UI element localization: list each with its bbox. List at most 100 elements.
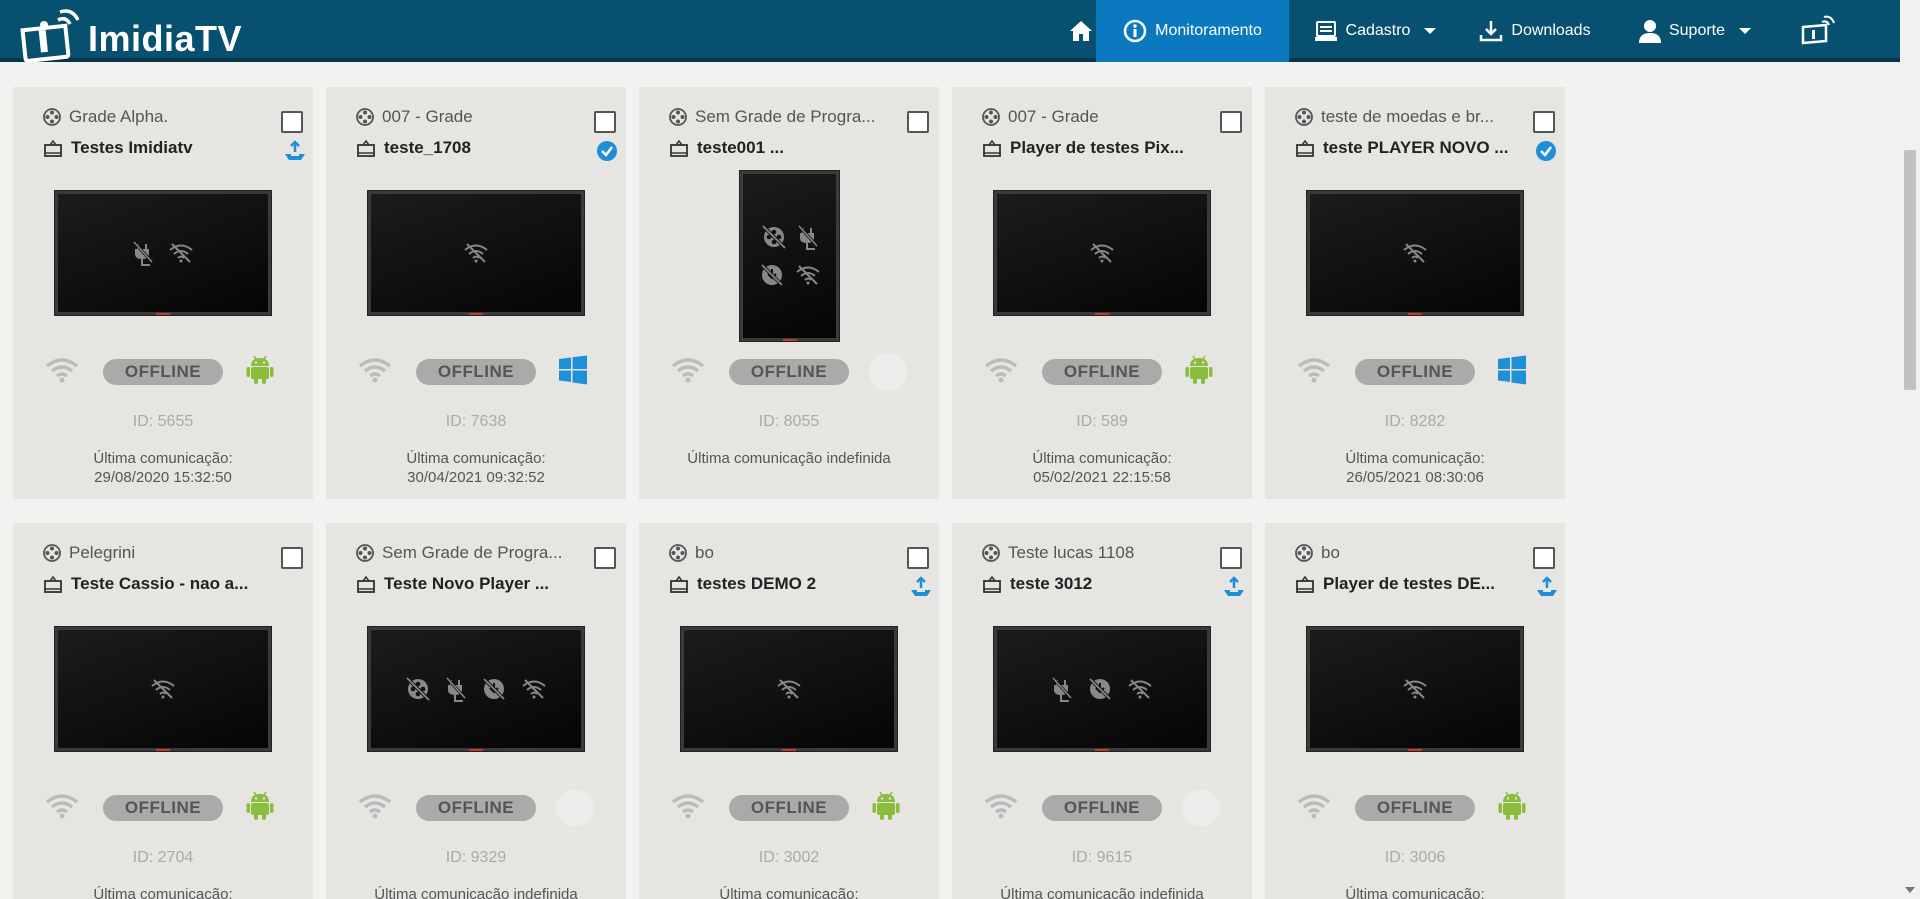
select-checkbox[interactable]: [907, 547, 929, 569]
player-screen-preview[interactable]: [740, 171, 839, 341]
last-communication-label: Última comunicação indefinida: [687, 450, 891, 467]
player-line: Testes Imidiatv: [43, 138, 193, 158]
player-name[interactable]: testes DEMO 2: [697, 574, 816, 594]
last-communication: Última comunicação:: [1265, 885, 1565, 899]
player-screen-preview[interactable]: [994, 191, 1210, 315]
wifi-icon: [45, 793, 79, 819]
select-checkbox[interactable]: [281, 547, 303, 569]
nav-cadastro[interactable]: Cadastro: [1305, 0, 1445, 62]
select-checkbox[interactable]: [594, 111, 616, 133]
player-screen-preview[interactable]: [55, 191, 271, 315]
last-communication-label: Última comunicação indefinida: [374, 886, 578, 899]
player-screen-preview[interactable]: [681, 627, 897, 751]
grade-name: bo: [1321, 543, 1340, 562]
select-checkbox[interactable]: [594, 547, 616, 569]
status-badge: OFFLINE: [1355, 359, 1475, 385]
player-screen-preview[interactable]: [1307, 191, 1523, 315]
scrollbar-thumb[interactable]: [1904, 150, 1916, 390]
scroll-down-arrow-icon[interactable]: [1905, 887, 1915, 893]
nav-downloads[interactable]: Downloads: [1470, 0, 1600, 62]
player-screen-preview[interactable]: [55, 627, 271, 751]
last-communication-label: Última comunicação:: [1032, 450, 1172, 467]
player-name[interactable]: Player de testes DE...: [1323, 574, 1495, 594]
upload-icon[interactable]: [909, 576, 931, 598]
nav-cast[interactable]: [1790, 0, 1846, 62]
player-name[interactable]: teste_1708: [384, 138, 471, 158]
player-line: testes DEMO 2: [669, 574, 816, 594]
film-reel-icon: [669, 108, 687, 126]
select-checkbox[interactable]: [1220, 111, 1242, 133]
player-name[interactable]: teste001 ...: [697, 138, 784, 158]
select-checkbox[interactable]: [1533, 111, 1555, 133]
select-checkbox[interactable]: [1533, 547, 1555, 569]
upload-icon[interactable]: [1222, 576, 1244, 598]
player-name[interactable]: teste PLAYER NOVO ...: [1323, 138, 1508, 158]
grade-name: Grade Alpha.: [69, 107, 169, 126]
player-icon: [982, 575, 1002, 593]
last-communication-date: 26/05/2021 08:30:06: [1346, 469, 1484, 486]
film-reel-icon: [1295, 544, 1313, 562]
last-communication-label: Última comunicação:: [1345, 886, 1485, 899]
wifi-off-icon: [521, 678, 547, 700]
player-icon: [669, 139, 689, 157]
last-communication: Última comunicação: 26/05/2021 08:30:06: [1265, 449, 1565, 487]
nav-suporte-label: Suporte: [1668, 22, 1726, 39]
wifi-off-icon: [150, 678, 176, 700]
device-card[interactable]: Sem Grade de Progra... Teste Novo Player…: [326, 523, 626, 899]
wifi-off-icon: [463, 242, 489, 264]
last-communication-label: Última comunicação indefinida: [1000, 886, 1204, 899]
status-badge: OFFLINE: [1042, 359, 1162, 385]
app-logo[interactable]: ImidiaTV: [18, 6, 242, 62]
nav-monitoramento[interactable]: Monitoramento: [1096, 0, 1289, 62]
player-name[interactable]: Teste Novo Player ...: [384, 574, 549, 594]
device-card[interactable]: 007 - Grade Player de testes Pix... OFFL…: [952, 87, 1252, 499]
device-card[interactable]: Teste lucas 1108 teste 3012 OFFLINE ID: …: [952, 523, 1252, 899]
nav-monitoramento-label: Monitoramento: [1155, 22, 1262, 39]
player-name[interactable]: Teste Cassio - nao a...: [71, 574, 248, 594]
screen-led: [1408, 313, 1422, 315]
upload-icon[interactable]: [1535, 576, 1557, 598]
device-card[interactable]: Grade Alpha. Testes Imidiatv OFFLINE ID:…: [13, 87, 313, 499]
device-card[interactable]: teste de moedas e br... teste PLAYER NOV…: [1265, 87, 1565, 499]
grade-line: bo: [669, 543, 714, 563]
screen-led: [469, 749, 483, 751]
upload-icon[interactable]: [283, 140, 305, 162]
player-screen-preview[interactable]: [368, 191, 584, 315]
film-off-icon: [761, 224, 787, 250]
screen-led: [1095, 749, 1109, 751]
film-reel-icon: [43, 108, 61, 126]
device-id: ID: 9329: [445, 849, 507, 866]
player-name[interactable]: teste 3012: [1010, 574, 1092, 594]
download-icon: [1480, 21, 1503, 42]
device-card[interactable]: bo testes DEMO 2 OFFLINE ID: 3002 Última…: [639, 523, 939, 899]
player-name[interactable]: Player de testes Pix...: [1010, 138, 1184, 158]
grade-name: Sem Grade de Progra...: [695, 107, 876, 126]
device-card[interactable]: bo Player de testes DE... OFFLINE ID: 30…: [1265, 523, 1565, 899]
wifi-off-icon: [1089, 242, 1115, 264]
film-off-icon: [405, 676, 431, 702]
select-checkbox[interactable]: [1220, 547, 1242, 569]
player-screen-preview[interactable]: [994, 627, 1210, 751]
chevron-down-icon: [1424, 28, 1437, 34]
player-icon: [43, 575, 63, 593]
last-communication: Última comunicação indefinida: [639, 449, 939, 468]
device-card[interactable]: 007 - Grade teste_1708 OFFLINE ID: 7638 …: [326, 87, 626, 499]
wifi-icon: [358, 793, 392, 819]
player-name[interactable]: Testes Imidiatv: [71, 138, 193, 158]
select-checkbox[interactable]: [907, 111, 929, 133]
check-circle-icon[interactable]: [1535, 140, 1557, 162]
device-id: ID: 7638: [445, 413, 507, 430]
player-screen-preview[interactable]: [368, 627, 584, 751]
player-screen-preview[interactable]: [1307, 627, 1523, 751]
device-card[interactable]: Sem Grade de Progra... teste001 ... OFFL…: [639, 87, 939, 499]
select-checkbox[interactable]: [281, 111, 303, 133]
screen-led: [1095, 313, 1109, 315]
page-scrollbar[interactable]: [1900, 62, 1920, 899]
nav-suporte[interactable]: Suporte: [1630, 0, 1760, 62]
user-icon: [1638, 20, 1661, 43]
last-communication-label: Última comunicação:: [406, 450, 546, 467]
grade-line: teste de moedas e br...: [1295, 107, 1494, 127]
check-circle-icon[interactable]: [596, 140, 618, 162]
device-card[interactable]: Pelegrini Teste Cassio - nao a... OFFLIN…: [13, 523, 313, 899]
wifi-icon: [1297, 357, 1331, 383]
